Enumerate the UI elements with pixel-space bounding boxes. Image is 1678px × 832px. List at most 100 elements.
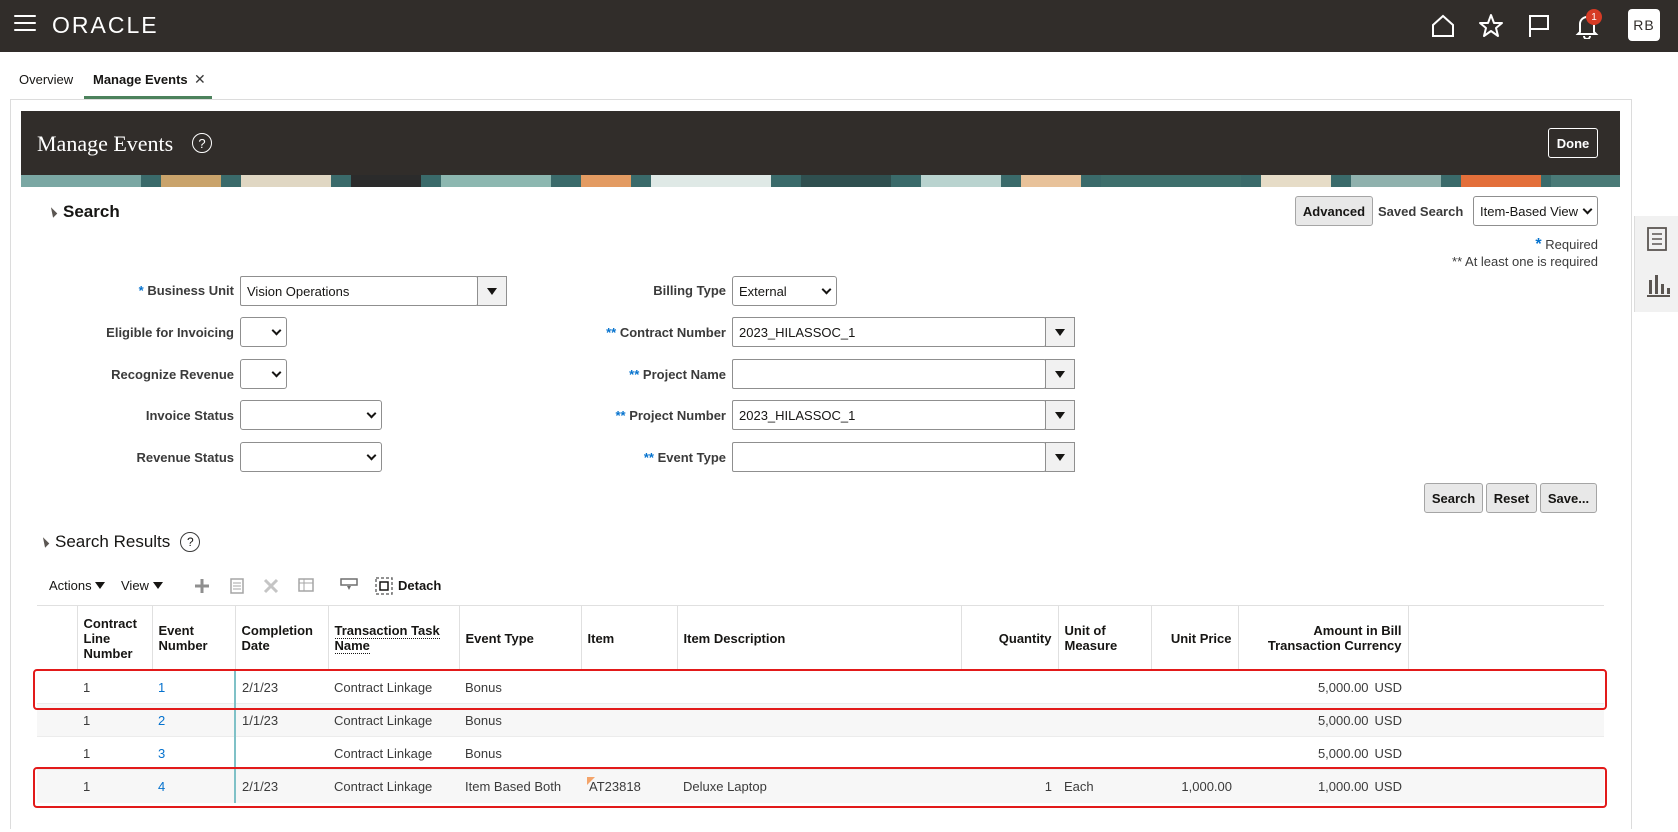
oracle-logo: ORACLE [52, 12, 159, 38]
item-flag-icon [587, 777, 595, 785]
row-selector[interactable] [37, 703, 77, 737]
cell-item-description [677, 703, 961, 737]
help-icon[interactable]: ? [192, 133, 212, 153]
business-unit-input[interactable]: Vision Operations [240, 276, 478, 306]
project-number-dropdown-button[interactable] [1045, 400, 1075, 430]
cell-task-name: Contract Linkage [328, 670, 459, 704]
detach-button[interactable]: Detach [398, 578, 441, 593]
currency-code: USD [1374, 778, 1402, 794]
done-button[interactable]: Done [1548, 128, 1598, 158]
save-search-button[interactable]: Save... [1540, 483, 1597, 513]
cell-event-number[interactable]: 2 [152, 703, 235, 737]
col-quantity[interactable]: Quantity [961, 605, 1059, 671]
freeze-columns-icon[interactable] [295, 575, 317, 597]
tab-manage-events[interactable]: Manage Events [93, 72, 188, 87]
col-item-description[interactable]: Item Description [677, 605, 962, 671]
business-unit-label-text: Business Unit [147, 283, 234, 298]
contract-number-dropdown-button[interactable] [1045, 317, 1075, 347]
revenue-status-select[interactable] [240, 442, 382, 472]
col-unit-of-measure[interactable]: Unit of Measure [1058, 605, 1152, 671]
collapse-icon[interactable] [46, 207, 58, 218]
tab-overview[interactable]: Overview [19, 72, 73, 87]
document-icon[interactable] [1645, 226, 1669, 251]
cell-completion-date: 1/1/23 [234, 703, 328, 737]
cell-item-description [677, 736, 961, 770]
row-selector-header [37, 605, 78, 671]
add-icon[interactable] [191, 575, 213, 597]
chart-icon[interactable] [1645, 272, 1670, 297]
search-button[interactable]: Search [1424, 483, 1483, 513]
col-unit-price[interactable]: Unit Price [1151, 605, 1239, 671]
cell-event-number[interactable]: 1 [152, 670, 235, 704]
advanced-button[interactable]: Advanced [1295, 196, 1373, 226]
flag-icon[interactable] [1524, 11, 1554, 41]
cell-item [581, 736, 677, 770]
actions-menu[interactable]: Actions [49, 578, 106, 593]
required-marker: ** [643, 450, 654, 465]
close-icon[interactable]: ✕ [194, 71, 206, 88]
business-unit-dropdown-button[interactable] [477, 276, 507, 306]
cell-event-number[interactable]: 4 [152, 769, 235, 803]
required-note: Required [1545, 237, 1598, 252]
search-title-text: Search [63, 202, 120, 221]
edit-icon[interactable] [226, 575, 248, 597]
row-selector[interactable] [37, 736, 77, 770]
events-table: Contract Line Number Event Number Comple… [37, 605, 1604, 803]
project-number-input[interactable]: 2023_HILASSOC_1 [732, 400, 1046, 430]
col-contract-line-number[interactable]: Contract Line Number [77, 605, 153, 671]
cell-amount: 1,000.00 USD [1238, 769, 1408, 803]
cell-contract-line: 1 [77, 736, 152, 770]
recognize-revenue-select[interactable] [240, 359, 287, 389]
cell-item [581, 670, 677, 704]
row-selector[interactable] [37, 670, 77, 704]
table-row[interactable]: 1 3 Contract Linkage Bonus 5,000.00 USD [37, 736, 1604, 770]
cell-event-type: Item Based Both [459, 769, 581, 803]
dropdown-icon [487, 287, 497, 295]
menu-icon[interactable] [14, 15, 36, 33]
filler-cell [1408, 736, 1604, 770]
table-row[interactable]: 1 1 2/1/23 Contract Linkage Bonus 5,000.00 USD [37, 670, 1604, 704]
bell-icon[interactable]: 1 [1572, 9, 1602, 41]
table-row[interactable]: 1 4 2/1/23 Contract Linkage Item Based Both A… [37, 769, 1604, 803]
project-name-label-text: Project Name [642, 367, 726, 382]
cell-contract-line: 1 [77, 703, 152, 737]
col-completion-date[interactable]: Completion Date [235, 605, 329, 671]
col-transaction-task-name[interactable]: Transaction Task Name [328, 605, 460, 671]
eligible-for-invoicing-select[interactable] [240, 317, 287, 347]
query-by-example-icon[interactable] [338, 575, 360, 597]
global-header: ORACLE 1 RB [0, 0, 1678, 52]
project-name-dropdown-button[interactable] [1045, 359, 1075, 389]
home-icon[interactable] [1428, 11, 1458, 41]
row-selector[interactable] [37, 769, 77, 803]
cell-quantity: 1 [961, 769, 1058, 803]
col-event-number[interactable]: Event Number [152, 605, 236, 671]
project-name-input[interactable] [732, 359, 1046, 389]
cell-uom [1058, 736, 1151, 770]
contract-number-input[interactable]: 2023_HILASSOC_1 [732, 317, 1046, 347]
help-icon[interactable]: ? [180, 532, 201, 552]
billing-type-select[interactable]: External [732, 276, 837, 306]
view-menu[interactable]: View [121, 578, 163, 593]
table-row[interactable]: 1 2 1/1/23 Contract Linkage Bonus 5,000.00 USD [37, 703, 1604, 737]
col-item[interactable]: Item [581, 605, 678, 671]
star-icon[interactable] [1476, 11, 1506, 41]
cell-unit-price [1151, 736, 1238, 770]
event-type-input[interactable] [732, 442, 1046, 472]
eligible-for-invoicing-label: Eligible for Invoicing [106, 325, 234, 340]
saved-search-select[interactable]: Item-Based View [1473, 196, 1598, 226]
amount-value: 5,000.00 [1317, 679, 1369, 695]
reset-button[interactable]: Reset [1486, 483, 1537, 513]
event-type-dropdown-button[interactable] [1045, 442, 1075, 472]
col-event-type[interactable]: Event Type [459, 605, 582, 671]
search-section-title[interactable]: Search [46, 202, 120, 222]
detach-icon[interactable] [373, 575, 395, 597]
avatar[interactable]: RB [1628, 9, 1660, 41]
results-title-text: Search Results [55, 532, 171, 551]
cell-event-number[interactable]: 3 [152, 736, 235, 770]
collapse-icon[interactable] [38, 536, 50, 548]
invoice-status-select[interactable] [240, 400, 382, 430]
search-results-title[interactable]: Search Results? [38, 532, 201, 552]
billing-type-label: Billing Type [653, 283, 726, 298]
delete-icon[interactable] [260, 575, 282, 597]
col-amount[interactable]: Amount in Bill Transaction Currency [1238, 605, 1409, 671]
